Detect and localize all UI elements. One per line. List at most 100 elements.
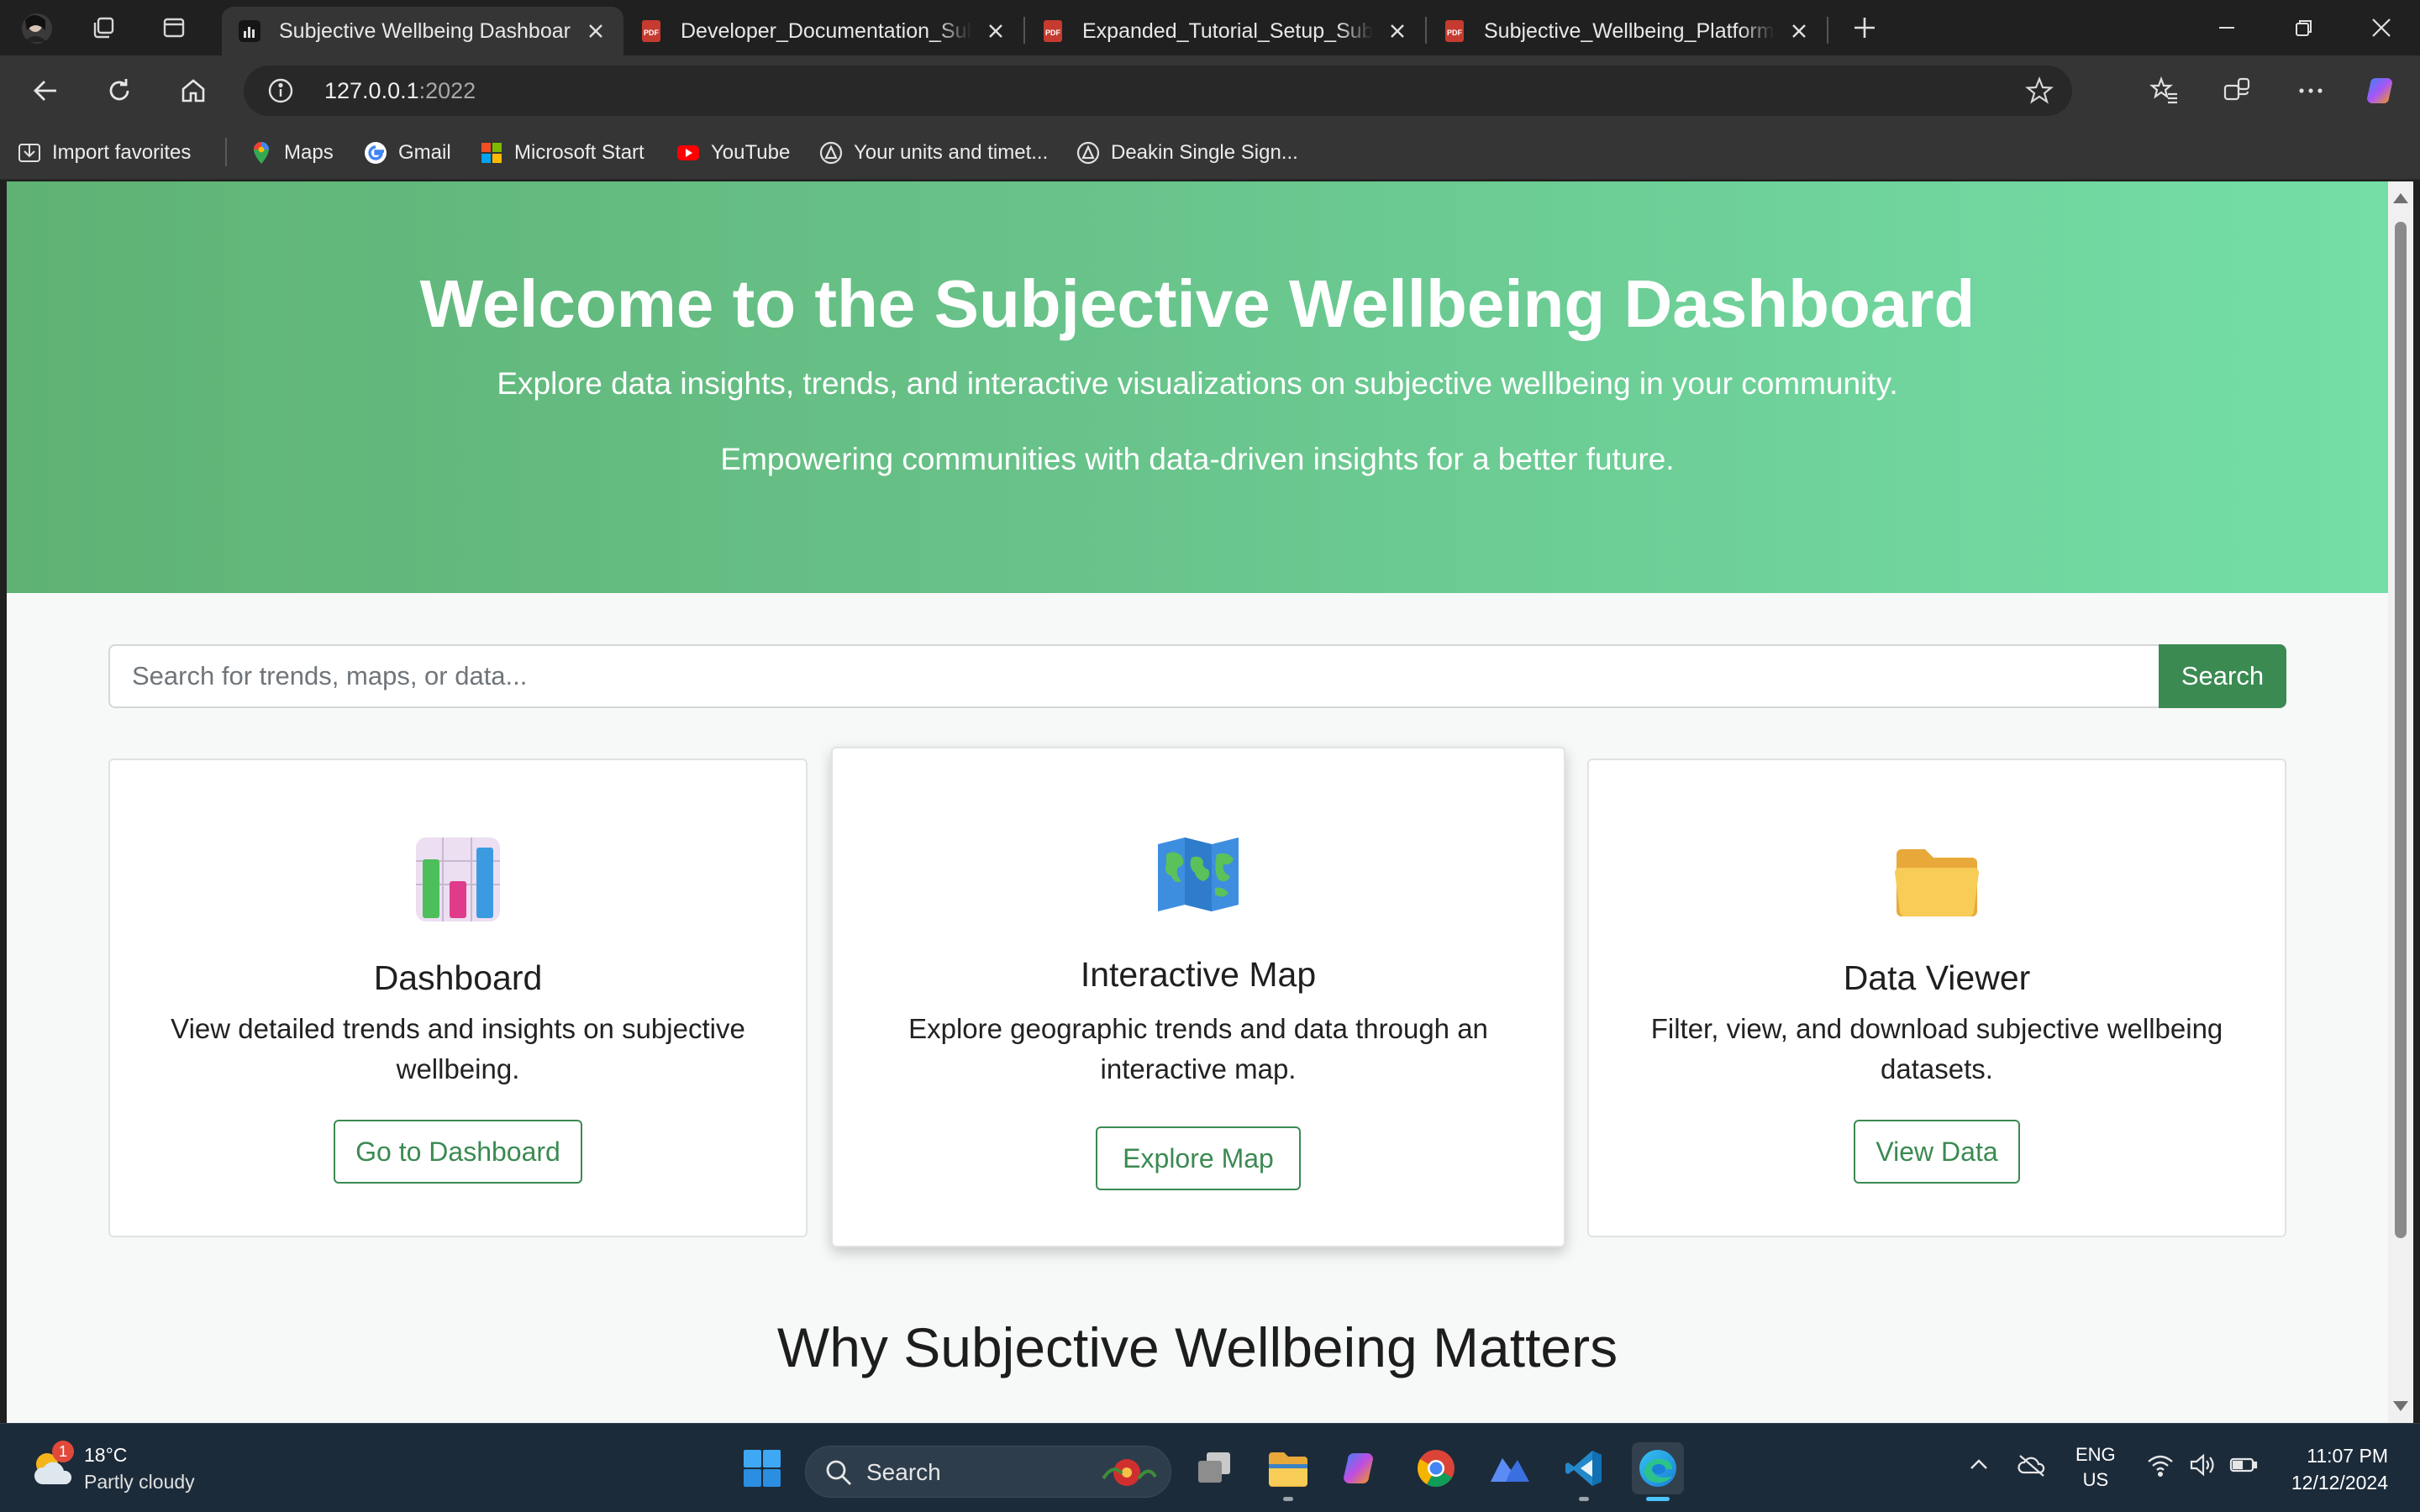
dashboard-card: Dashboard View detailed trends and insig… xyxy=(108,759,808,1237)
tab-subjective-wellbeing-platform[interactable]: PDF Subjective_Wellbeing_Platform_Us xyxy=(1427,7,1827,55)
world-map-icon xyxy=(1158,837,1239,911)
scroll-down-arrow-icon[interactable] xyxy=(2393,1401,2408,1411)
bookmark-gmail[interactable]: Gmail xyxy=(363,138,451,168)
close-tab-icon[interactable] xyxy=(583,18,608,44)
scroll-up-arrow-icon[interactable] xyxy=(2393,193,2408,203)
language-indicator[interactable]: ENG US xyxy=(2075,1442,2116,1493)
minimize-icon[interactable] xyxy=(2188,7,2265,49)
windows-start-icon[interactable] xyxy=(736,1442,788,1494)
wifi-icon[interactable] xyxy=(2146,1452,2175,1484)
vscode-icon[interactable] xyxy=(1558,1442,1610,1501)
task-view-icon[interactable] xyxy=(1188,1442,1240,1494)
interactive-map-card: Interactive Map Explore geographic trend… xyxy=(831,747,1565,1247)
card-title: Dashboard xyxy=(373,958,543,997)
show-hidden-icons-chevron-icon[interactable] xyxy=(1966,1452,1991,1484)
dashboard-favicon-icon xyxy=(239,20,260,42)
home-icon[interactable] xyxy=(170,67,217,114)
scrollbar-thumb[interactable] xyxy=(2395,222,2407,1238)
pdf-icon: PDF xyxy=(1044,20,1062,42)
tab-expanded-tutorial-setup[interactable]: PDF Expanded_Tutorial_Setup_Subject xyxy=(1025,7,1425,55)
url-port: :2022 xyxy=(418,78,476,103)
bookmark-label: Microsoft Start xyxy=(514,141,644,164)
url-host: 127.0.0.1 xyxy=(324,78,419,103)
address-bar[interactable]: 127.0.0.1:2022 xyxy=(244,66,2072,116)
taskbar-search-label: Search xyxy=(866,1459,941,1485)
close-tab-icon[interactable] xyxy=(1385,18,1410,44)
copilot-app-icon[interactable] xyxy=(1336,1442,1388,1494)
search-button[interactable]: Search xyxy=(2159,644,2286,708)
tab-title: Subjective Wellbeing Dashboard xyxy=(279,18,571,43)
view-data-button[interactable]: View Data xyxy=(1854,1120,2020,1184)
profile-avatar[interactable] xyxy=(17,12,57,45)
collections-icon[interactable] xyxy=(2213,67,2260,114)
bookmark-label: Deakin Single Sign... xyxy=(1111,141,1298,164)
bookmark-microsoft-start[interactable]: Microsoft Start xyxy=(479,138,644,168)
explore-map-button[interactable]: Explore Map xyxy=(1096,1126,1301,1190)
card-title: Data Viewer xyxy=(1843,958,2031,997)
close-tab-icon[interactable] xyxy=(983,18,1008,44)
hero-tagline: Empowering communities with data-driven … xyxy=(720,442,1675,476)
search-input[interactable] xyxy=(108,644,2159,708)
favorites-icon[interactable] xyxy=(2141,67,2188,114)
edge-icon[interactable] xyxy=(1632,1442,1684,1501)
tab-title: Developer_Documentation_Subje xyxy=(681,18,971,43)
import-icon xyxy=(18,144,40,162)
section-heading: Why Subjective Wellbeing Matters xyxy=(776,1316,1618,1378)
deakin-icon xyxy=(1076,141,1100,165)
bookmark-label: YouTube xyxy=(711,141,791,164)
back-icon[interactable] xyxy=(22,67,69,114)
bookmark-maps[interactable]: Maps xyxy=(249,138,334,168)
system-clock[interactable]: 11:07 PM 12/12/2024 xyxy=(2291,1442,2388,1496)
data-viewer-card: Data Viewer Filter, view, and download s… xyxy=(1587,759,2286,1237)
page-scrollbar[interactable] xyxy=(2388,181,2413,1423)
bookmark-label: Gmail xyxy=(398,141,451,164)
azure-data-studio-icon[interactable] xyxy=(1484,1442,1536,1494)
running-indicator xyxy=(1283,1497,1293,1501)
card-description: Explore geographic trends and data throu… xyxy=(908,1013,1488,1084)
hero-subtitle: Explore data insights, trends, and inter… xyxy=(497,366,1898,401)
favorites-bar: Import favorites Maps Gmail Microsoft St… xyxy=(0,126,2420,180)
svg-text:PDF: PDF xyxy=(644,29,660,37)
google-icon xyxy=(365,142,387,164)
battery-icon[interactable] xyxy=(2228,1452,2259,1484)
onedrive-offline-icon[interactable] xyxy=(2017,1452,2047,1484)
new-tab-icon[interactable] xyxy=(1845,8,1884,47)
volume-icon[interactable] xyxy=(2188,1452,2217,1484)
more-options-icon[interactable] xyxy=(2287,67,2334,114)
weather-badge: 1 xyxy=(52,1441,74,1462)
tab-subjective-wellbeing-dashboard[interactable]: Subjective Wellbeing Dashboard xyxy=(222,7,623,55)
taskbar-search[interactable]: Search xyxy=(805,1446,1171,1498)
hero-banner: Welcome to the Subjective Wellbeing Dash… xyxy=(7,181,2388,593)
go-to-dashboard-button[interactable]: Go to Dashboard xyxy=(334,1120,582,1184)
bookmark-youtube[interactable]: YouTube xyxy=(676,138,790,168)
region-code: US xyxy=(2082,1469,2109,1490)
clock-time: 11:07 PM xyxy=(2307,1445,2388,1467)
active-indicator xyxy=(1646,1497,1670,1501)
clock-date: 12/12/2024 xyxy=(2291,1472,2388,1494)
close-window-icon[interactable] xyxy=(2343,7,2420,49)
chrome-icon[interactable] xyxy=(1410,1442,1462,1494)
tab-developer-documentation[interactable]: PDF Developer_Documentation_Subje xyxy=(623,7,1023,55)
bookmark-deakin-sso[interactable]: Deakin Single Sign... xyxy=(1076,138,1298,168)
close-tab-icon[interactable] xyxy=(1786,18,1812,44)
favorite-star-icon[interactable] xyxy=(2025,76,2054,105)
workspaces-icon[interactable] xyxy=(84,8,123,47)
svg-text:PDF: PDF xyxy=(1045,29,1061,37)
bookmark-label: Maps xyxy=(284,141,334,164)
svg-text:PDF: PDF xyxy=(1447,29,1463,37)
bookmark-import-favorites[interactable]: Import favorites xyxy=(17,138,191,168)
restore-icon[interactable] xyxy=(2265,7,2343,49)
site-info-icon[interactable] xyxy=(267,77,294,104)
bookmark-your-units[interactable]: Your units and timet... xyxy=(818,138,1048,168)
copilot-icon[interactable] xyxy=(2360,67,2407,114)
search-highlight-flower-icon xyxy=(1102,1459,1157,1486)
pdf-icon: PDF xyxy=(642,20,660,42)
weather-widget[interactable]: 1 18°C Partly cloudy xyxy=(29,1441,247,1499)
running-indicator xyxy=(1579,1497,1589,1501)
file-explorer-icon[interactable] xyxy=(1262,1442,1314,1501)
refresh-icon[interactable] xyxy=(96,67,143,114)
url-text[interactable]: 127.0.0.1:2022 xyxy=(324,78,476,104)
tab-actions-icon[interactable] xyxy=(155,8,193,47)
pdf-icon: PDF xyxy=(1445,20,1464,42)
youtube-icon xyxy=(677,145,699,160)
